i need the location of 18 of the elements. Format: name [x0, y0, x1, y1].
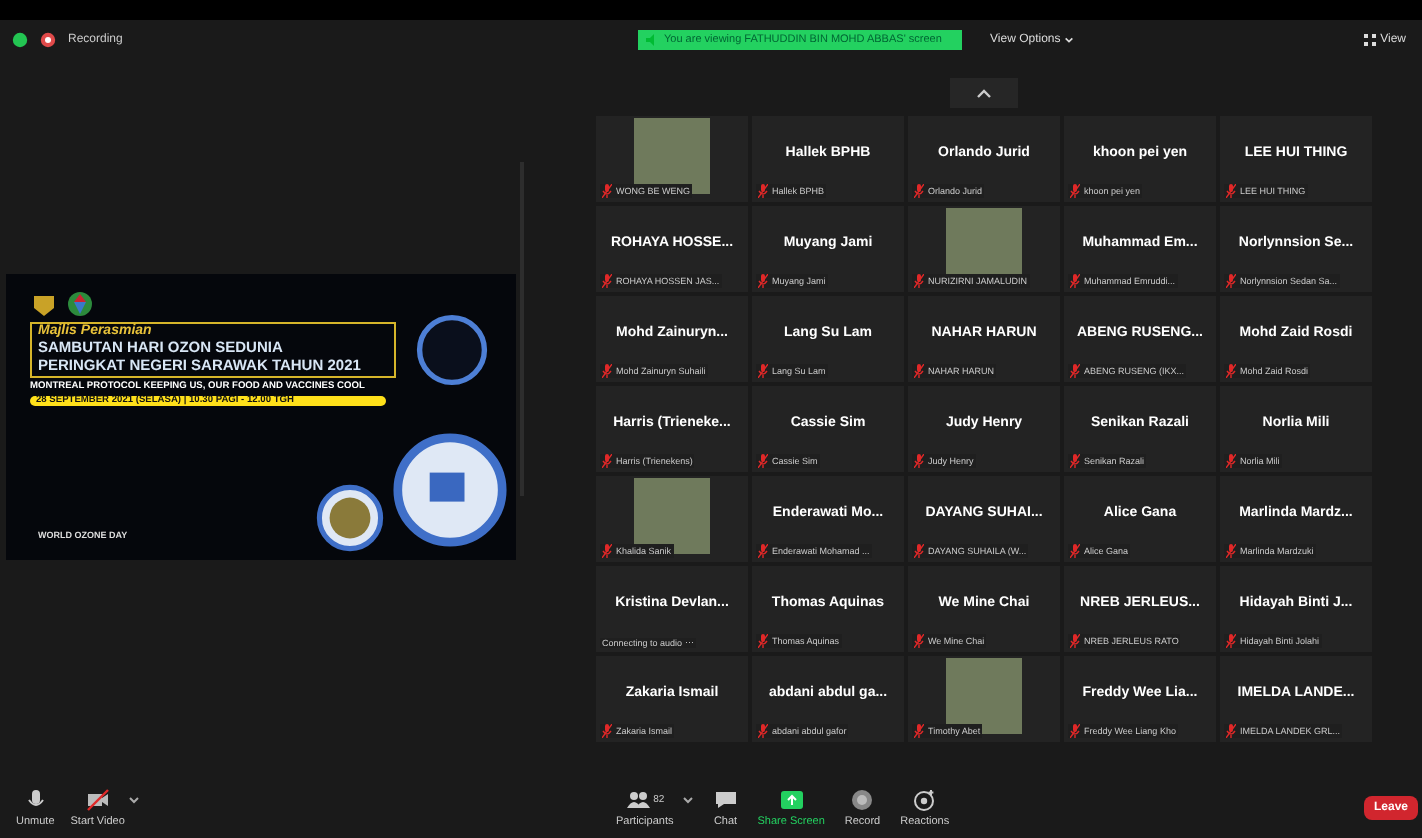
- plate-drawing: [316, 484, 384, 552]
- caret-icon[interactable]: [128, 795, 141, 803]
- caret-icon: [1064, 35, 1075, 43]
- speaker-icon: [646, 33, 658, 45]
- caret-up-icon: [976, 85, 992, 101]
- plate-drawing: [392, 432, 508, 548]
- microphone-icon: [23, 787, 48, 811]
- emblem-icon: [66, 290, 94, 318]
- share-screen-icon: [779, 787, 804, 811]
- planet-drawing: [416, 314, 488, 386]
- speech-bubble-icon: [713, 787, 738, 811]
- caret-icon[interactable]: [681, 795, 694, 803]
- crest-icon: [30, 290, 58, 318]
- record-icon: [850, 787, 875, 811]
- grid-icon: [1364, 33, 1377, 45]
- people-icon: [625, 787, 650, 811]
- camera-off-icon: [85, 787, 110, 811]
- record-icon: [40, 31, 56, 47]
